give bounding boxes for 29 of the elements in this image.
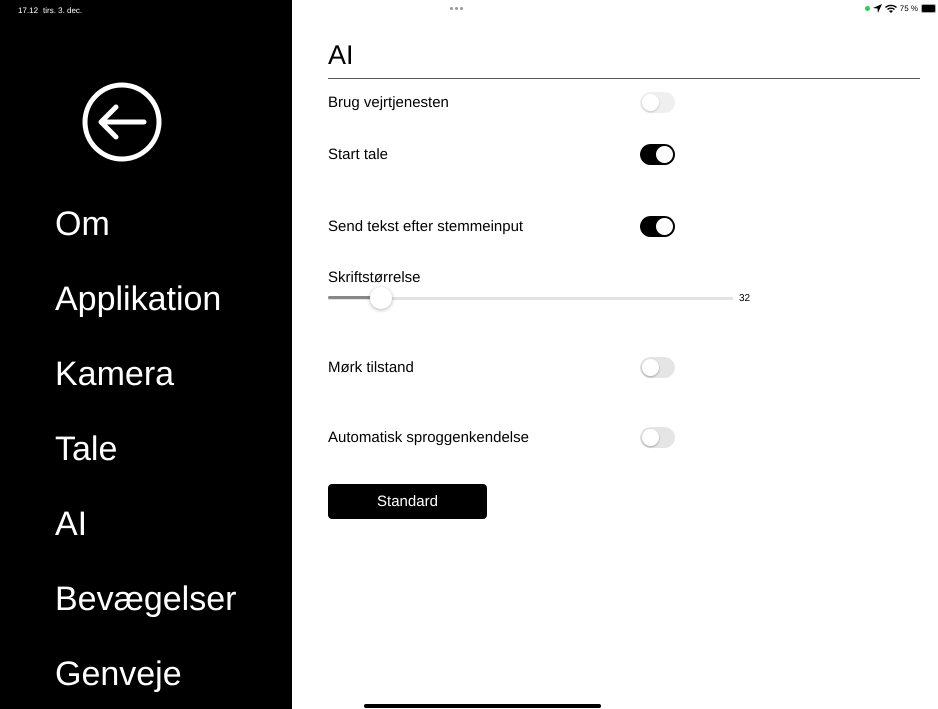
setting-label: Skriftstørrelse — [328, 269, 422, 286]
wifi-icon — [884, 4, 897, 13]
setting-label: Mørk tilstand — [328, 358, 415, 376]
slider-thumb[interactable] — [370, 287, 392, 309]
sidebar-item[interactable]: Kamera — [55, 352, 292, 396]
toggle-switch[interactable] — [640, 356, 675, 378]
sidebar-item[interactable]: Bevægelser — [55, 577, 292, 621]
setting-label: Send tekst efter stemmeinput — [328, 218, 524, 234]
toggle-switch[interactable] — [640, 144, 675, 164]
battery-icon — [921, 4, 936, 13]
standard-button[interactable]: Standard — [328, 484, 487, 519]
setting-label: Start tale — [328, 146, 390, 162]
status-date: tirs. 3. dec. — [43, 6, 82, 17]
toggle-switch[interactable] — [640, 426, 675, 448]
battery-percent: 75 % — [900, 4, 918, 13]
sidebar-item[interactable]: Applikation — [55, 277, 292, 321]
slider-value: 32 — [739, 292, 750, 304]
setting-label: Automatisk sproggenkendelse — [328, 428, 530, 446]
multitasking-dots-icon[interactable] — [450, 7, 463, 10]
sidebar-item[interactable]: Tale — [55, 427, 292, 471]
sidebar-item[interactable]: Om — [55, 202, 292, 246]
location-arrow-icon — [872, 4, 882, 13]
toggle-switch[interactable] — [640, 216, 675, 236]
page-title: AI — [328, 39, 354, 72]
sidebar-item[interactable]: Genveje — [55, 652, 292, 696]
status-time: 17.12 — [18, 6, 38, 17]
camera-indicator-dot — [864, 6, 870, 11]
sidebar-item[interactable]: AI — [55, 502, 292, 546]
setting-label: Brug vejrtjenesten — [328, 94, 450, 110]
